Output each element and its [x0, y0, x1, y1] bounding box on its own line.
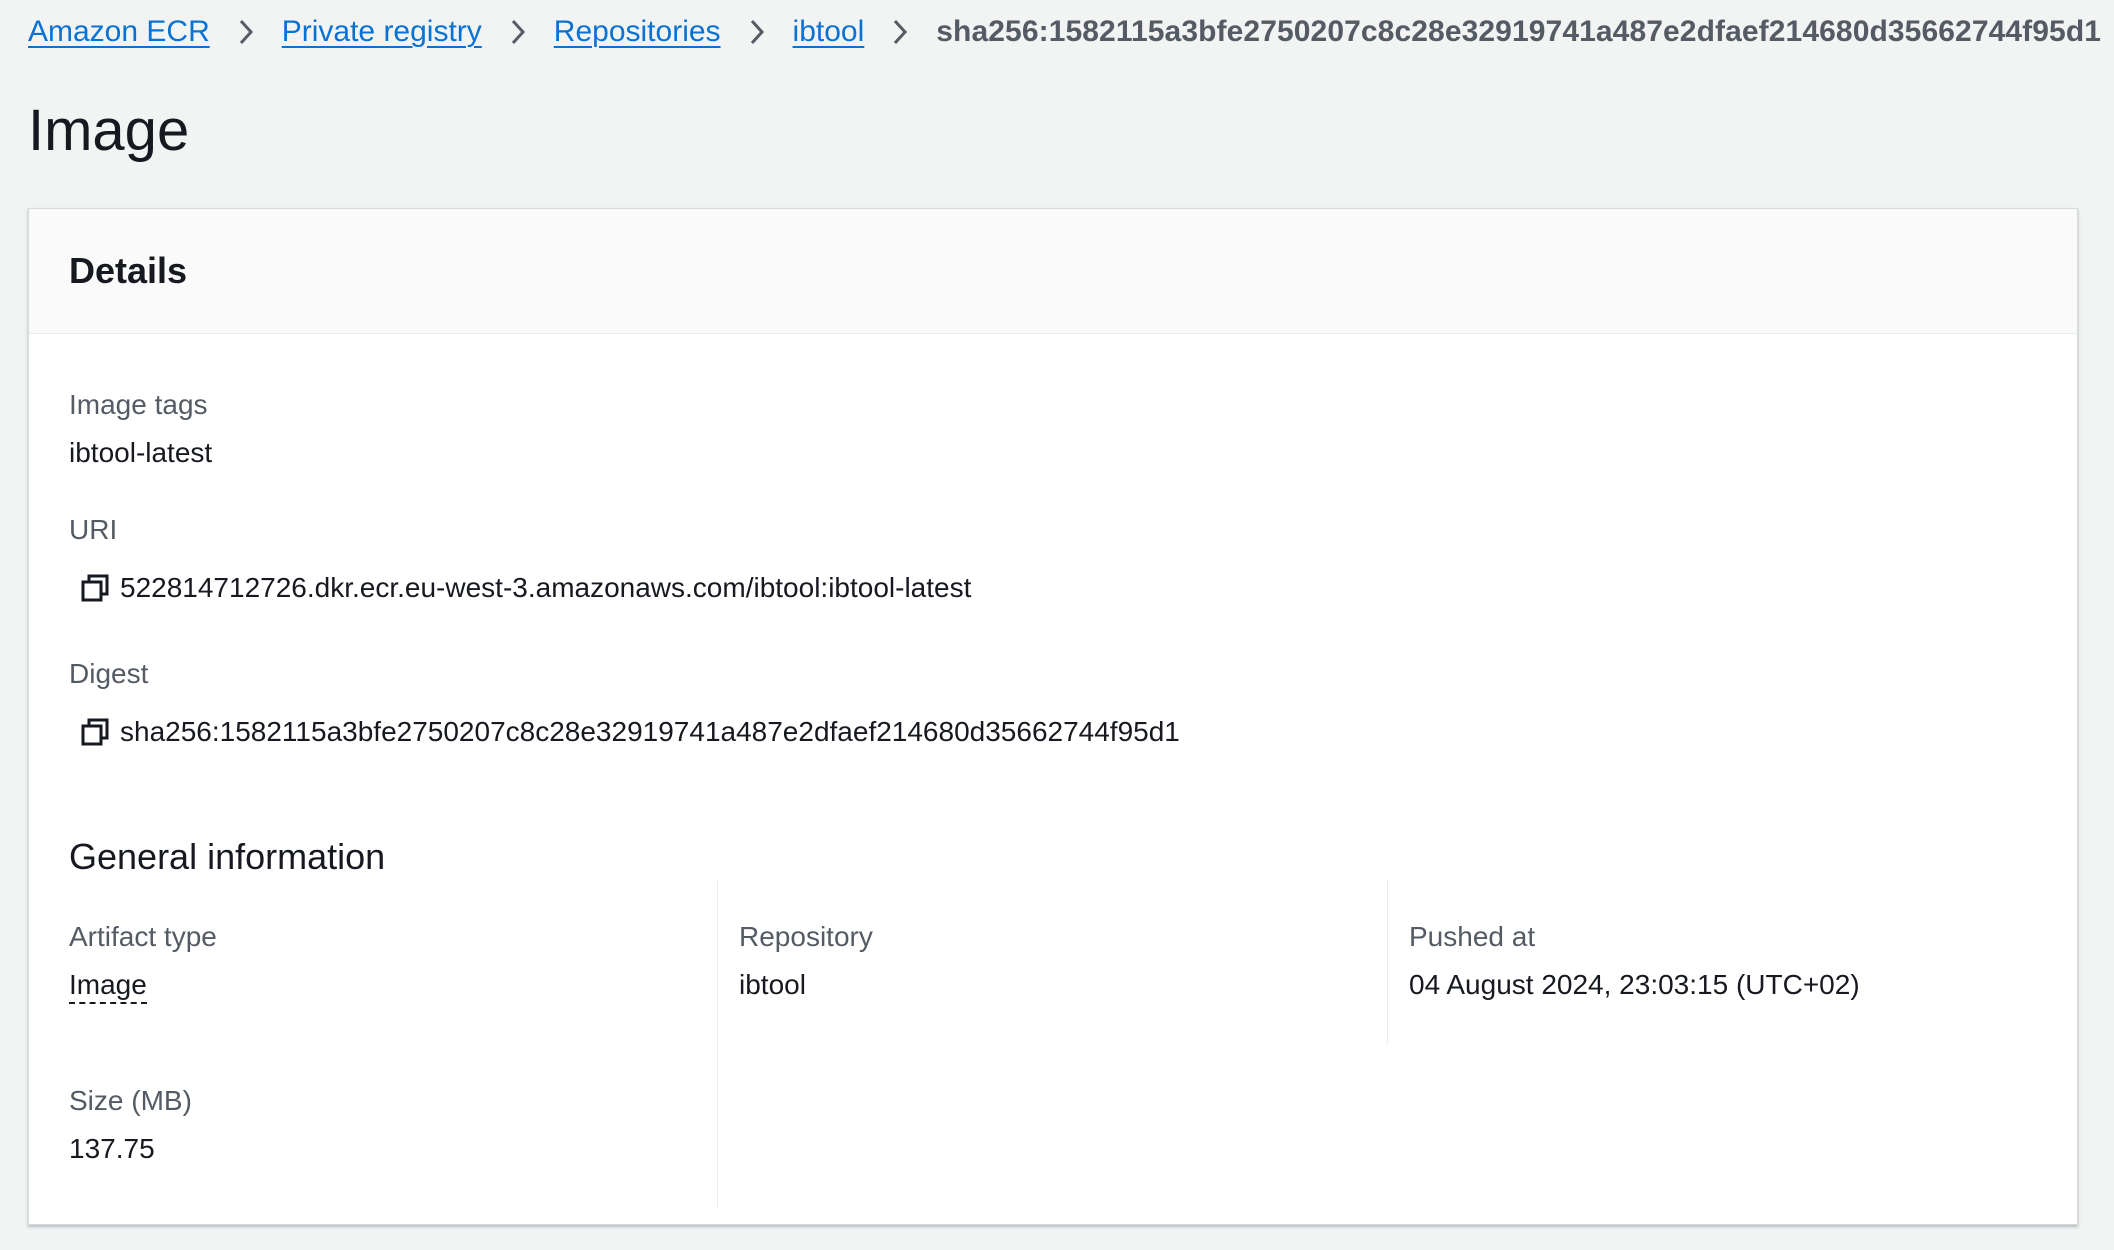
- artifact-type-label: Artifact type: [69, 921, 217, 952]
- column-divider: [717, 879, 718, 1209]
- repository-field: Repository ibtool: [739, 919, 873, 1003]
- artifact-type-value[interactable]: Image: [69, 969, 147, 1004]
- digest-field: Digest sha256:1582115a3bfe2750207c8c28e3…: [69, 656, 1180, 750]
- breadcrumb-amazon-ecr[interactable]: Amazon ECR: [28, 12, 210, 52]
- chevron-right-icon: [228, 18, 264, 46]
- breadcrumb-current-digest: sha256:1582115a3bfe2750207c8c28e32919741…: [936, 15, 2102, 48]
- chevron-right-icon: [882, 18, 918, 46]
- breadcrumb-private-registry[interactable]: Private registry: [282, 12, 482, 52]
- breadcrumb-repositories[interactable]: Repositories: [554, 12, 721, 52]
- details-panel: Details Image tags ibtool-latest URI 522…: [28, 208, 2078, 1225]
- uri-label: URI: [69, 514, 118, 545]
- artifact-type-field: Artifact type Image: [69, 919, 217, 1004]
- copy-icon[interactable]: [79, 572, 111, 604]
- pushed-at-label: Pushed at: [1409, 921, 1536, 952]
- image-tags-value: ibtool-latest: [69, 437, 213, 468]
- digest-label: Digest: [69, 658, 149, 689]
- column-divider: [1387, 879, 1388, 1044]
- breadcrumb-ibtool[interactable]: ibtool: [793, 12, 865, 52]
- size-field: Size (MB) 137.75: [69, 1083, 192, 1167]
- breadcrumb: Amazon ECR Private registry Repositories…: [28, 12, 2101, 52]
- digest-value: sha256:1582115a3bfe2750207c8c28e32919741…: [120, 716, 1180, 747]
- details-title: Details: [69, 250, 188, 291]
- chevron-right-icon: [739, 18, 775, 46]
- size-label: Size (MB): [69, 1085, 192, 1116]
- uri-value: 522814712726.dkr.ecr.eu-west-3.amazonaws…: [120, 572, 972, 603]
- size-value: 137.75: [69, 1133, 155, 1164]
- copy-icon[interactable]: [79, 716, 111, 748]
- repository-value: ibtool: [739, 969, 806, 1000]
- details-header: Details: [29, 209, 2077, 334]
- image-tags-field: Image tags ibtool-latest: [69, 387, 212, 471]
- page-title: Image: [28, 98, 190, 163]
- chevron-right-icon: [500, 18, 536, 46]
- repository-label: Repository: [739, 921, 873, 952]
- general-information-title: General information: [69, 836, 386, 877]
- pushed-at-field: Pushed at 04 August 2024, 23:03:15 (UTC+…: [1409, 919, 1860, 1003]
- pushed-at-value: 04 August 2024, 23:03:15 (UTC+02): [1409, 969, 1860, 1000]
- image-tags-label: Image tags: [69, 389, 208, 420]
- uri-field: URI 522814712726.dkr.ecr.eu-west-3.amazo…: [69, 512, 971, 606]
